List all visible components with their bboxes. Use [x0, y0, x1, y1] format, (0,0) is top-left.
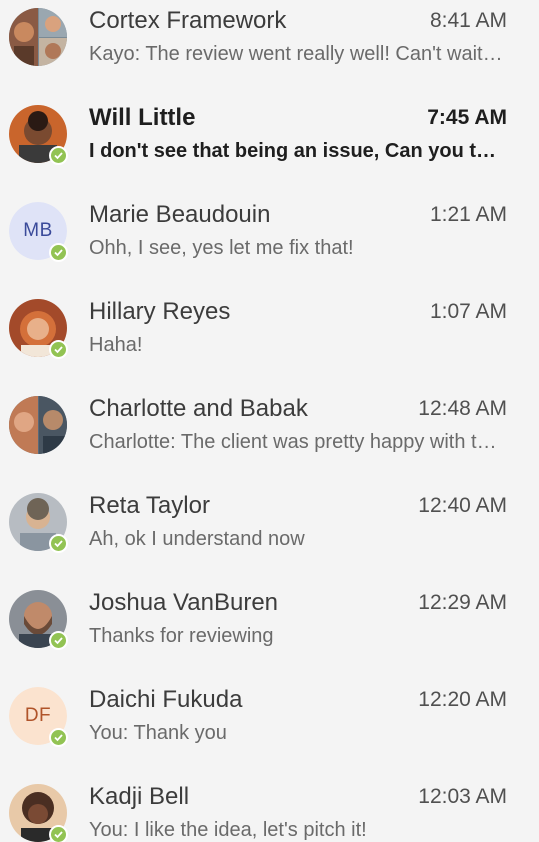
- avatar: [9, 8, 67, 66]
- presence-available-icon: [49, 534, 68, 553]
- chat-name: Reta Taylor: [89, 492, 210, 519]
- chat-list: Cortex Framework 8:41 AM Kayo: The revie…: [0, 0, 539, 842]
- chat-name: Marie Beaudouin: [89, 201, 271, 228]
- chat-time: 12:48 AM: [418, 397, 507, 420]
- chat-time: 12:20 AM: [418, 688, 507, 711]
- presence-available-icon: [49, 146, 68, 165]
- chat-item-daichi-fukuda[interactable]: DF Daichi Fukuda 12:20 AM You: Thank you: [0, 681, 539, 778]
- chat-name: Joshua VanBuren: [89, 589, 279, 616]
- chat-preview: Kayo: The review went really well! Can't…: [89, 43, 507, 65]
- presence-available-icon: [49, 728, 68, 747]
- chat-item-will-little[interactable]: Will Little 7:45 AM I don't see that bei…: [0, 99, 539, 196]
- presence-available-icon: [49, 631, 68, 650]
- chat-item-reta-taylor[interactable]: Reta Taylor 12:40 AM Ah, ok I understand…: [0, 487, 539, 584]
- chat-name: Cortex Framework: [89, 7, 287, 34]
- chat-name: Hillary Reyes: [89, 298, 231, 325]
- chat-preview: Ohh, I see, yes let me fix that!: [89, 237, 354, 259]
- chat-item-charlotte-and-babak[interactable]: Charlotte and Babak 12:48 AM Charlotte: …: [0, 390, 539, 487]
- avatar-image: [9, 396, 67, 454]
- chat-preview: Ah, ok I understand now: [89, 528, 305, 550]
- chat-name: Charlotte and Babak: [89, 395, 308, 422]
- presence-available-icon: [49, 340, 68, 359]
- chat-preview: Charlotte: The client was pretty happy w…: [89, 431, 507, 453]
- chat-preview: Haha!: [89, 334, 143, 356]
- avatar: [9, 105, 68, 165]
- chat-item-kadji-bell[interactable]: Kadji Bell 12:03 AM You: I like the idea…: [0, 778, 539, 842]
- avatar: DF: [9, 687, 68, 747]
- chat-item-joshua-vanburen[interactable]: Joshua VanBuren 12:29 AM Thanks for revi…: [0, 584, 539, 681]
- chat-item-hillary-reyes[interactable]: Hillary Reyes 1:07 AM Haha!: [0, 293, 539, 390]
- avatar: [9, 299, 68, 359]
- avatar: [9, 396, 67, 454]
- chat-time: 12:29 AM: [418, 591, 507, 614]
- chat-preview: You: Thank you: [89, 722, 227, 744]
- avatar-image: [9, 8, 67, 66]
- chat-item-marie-beaudouin[interactable]: MB Marie Beaudouin 1:21 AM Ohh, I see, y…: [0, 196, 539, 293]
- chat-preview: I don't see that being an issue, Can you…: [89, 140, 507, 162]
- chat-preview: Thanks for reviewing: [89, 625, 274, 647]
- chat-item-cortex-framework[interactable]: Cortex Framework 8:41 AM Kayo: The revie…: [0, 2, 539, 99]
- chat-time: 12:03 AM: [418, 785, 507, 808]
- presence-available-icon: [49, 825, 68, 842]
- avatar: [9, 784, 68, 842]
- chat-name: Kadji Bell: [89, 783, 190, 810]
- chat-name: Daichi Fukuda: [89, 686, 243, 713]
- chat-time: 1:21 AM: [429, 203, 507, 226]
- avatar: [9, 493, 68, 553]
- chat-preview: You: I like the idea, let's pitch it!: [89, 819, 367, 841]
- chat-time: 1:07 AM: [429, 300, 507, 323]
- chat-time: 8:41 AM: [429, 9, 507, 32]
- avatar: MB: [9, 202, 68, 262]
- chat-time: 12:40 AM: [418, 494, 507, 517]
- chat-time: 7:45 AM: [427, 106, 507, 129]
- presence-available-icon: [49, 243, 68, 262]
- avatar: [9, 590, 68, 650]
- chat-name: Will Little: [89, 104, 196, 131]
